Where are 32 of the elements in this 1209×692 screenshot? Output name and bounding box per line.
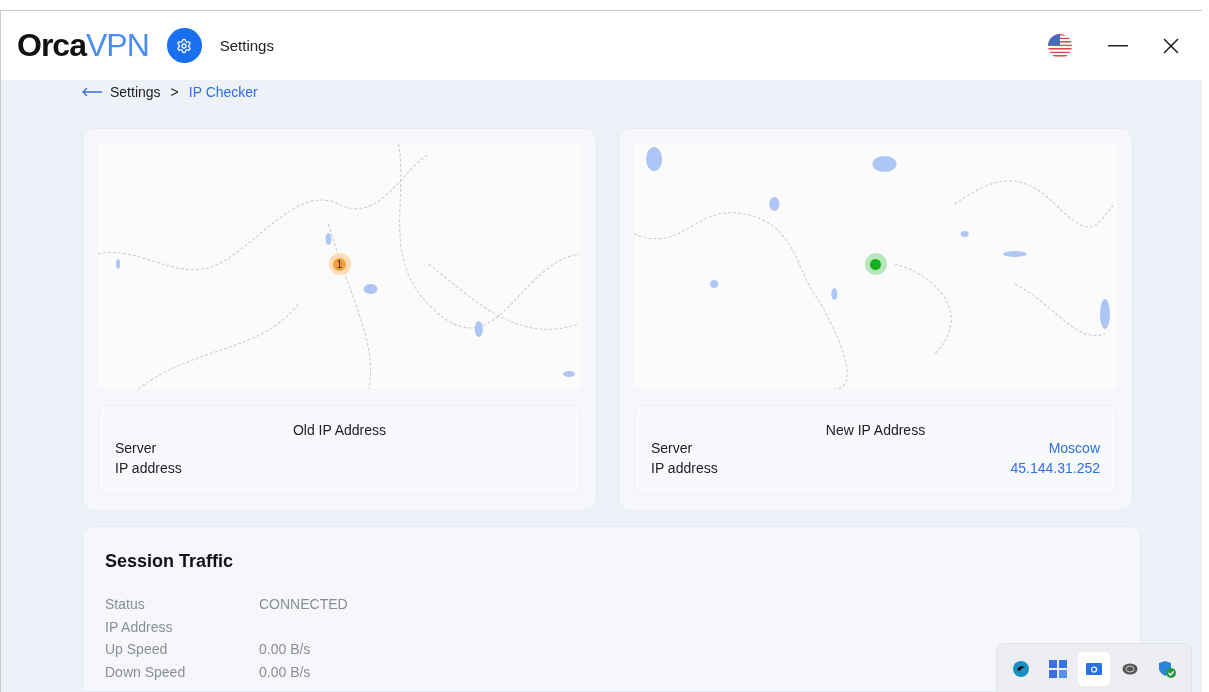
flag-icon[interactable] — [1048, 33, 1072, 58]
field-label: IP address — [115, 460, 182, 476]
field-label: Up Speed — [105, 640, 169, 659]
field-value: 0.00 B/s — [259, 662, 311, 682]
back-arrow-icon[interactable] — [82, 87, 102, 97]
field-label: IP Address — [105, 617, 174, 637]
app-logo-icon — [1012, 660, 1031, 678]
field-value: 0.00 B/s — [259, 640, 311, 659]
field-value: CONNECTED — [259, 595, 348, 614]
app-logo: OrcaVPN — [17, 27, 149, 64]
field-label: IP address — [651, 460, 718, 476]
field-value: 45.144.31.252 — [1010, 460, 1100, 476]
panel-title: Old IP Address — [291, 422, 388, 438]
field-label: Status — [105, 595, 146, 614]
breadcrumb-separator: > — [170, 84, 179, 100]
field-label: Down Speed — [105, 662, 187, 682]
page-title: Settings — [219, 37, 274, 54]
minimize-button[interactable] — [1108, 44, 1128, 47]
panel-title: New IP Address — [824, 422, 927, 438]
gear-icon — [176, 37, 193, 54]
settings-button[interactable] — [166, 28, 202, 63]
shield-check-icon — [1157, 660, 1176, 678]
minimize-icon — [1108, 44, 1128, 47]
camera-icon — [1086, 663, 1102, 675]
section-title: Session Traffic — [105, 551, 235, 572]
grid-icon — [1048, 660, 1067, 678]
field-label: Server — [115, 440, 157, 456]
breadcrumb-link[interactable]: IP Checker — [188, 84, 258, 100]
field-value: Moscow — [1048, 440, 1100, 456]
tray-button[interactable] — [1077, 652, 1111, 686]
field-label: Server — [651, 440, 693, 456]
breadcrumb-link[interactable]: Settings — [110, 84, 161, 100]
